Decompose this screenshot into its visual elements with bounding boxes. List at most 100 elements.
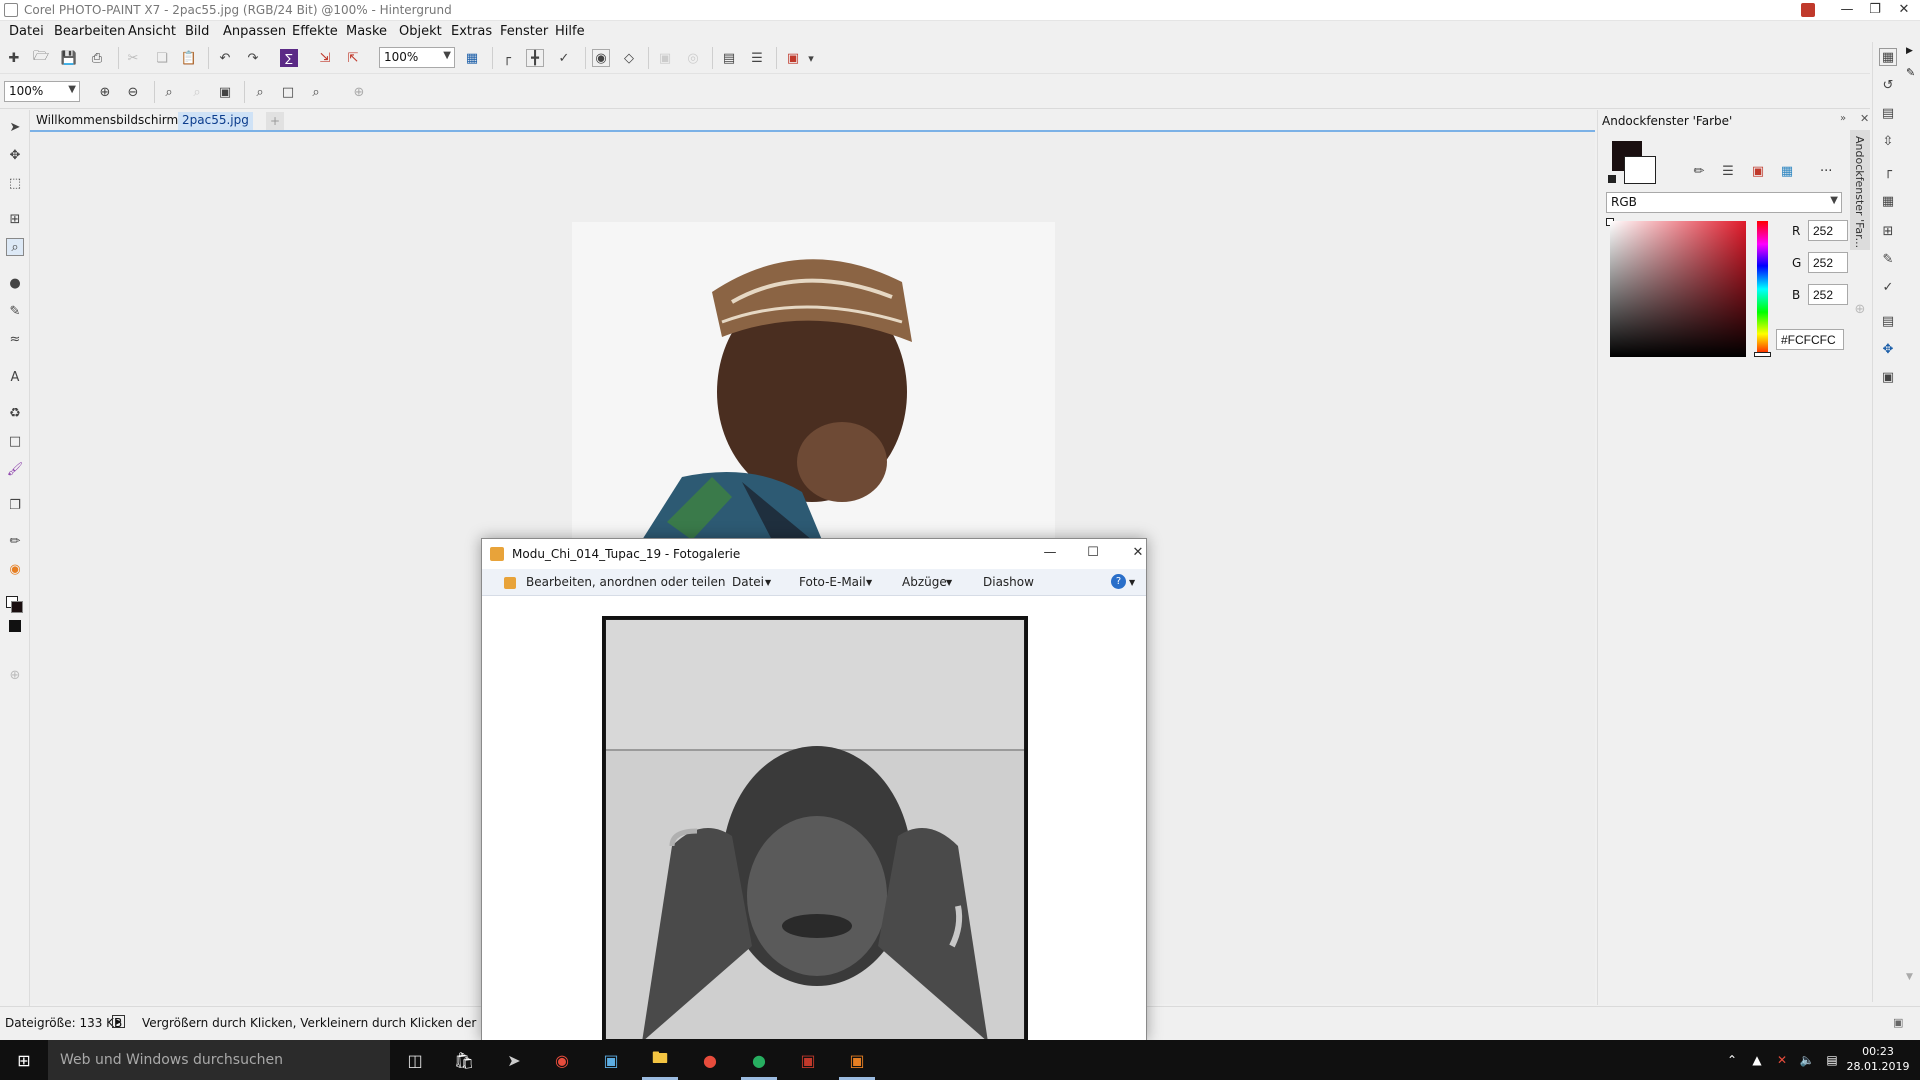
- line-docker-icon[interactable]: ✓: [1879, 278, 1897, 296]
- zoom-all-objects-icon[interactable]: ⌕: [188, 83, 206, 101]
- gallery-menu-slideshow[interactable]: Diashow: [983, 575, 1034, 589]
- properties-icon[interactable]: ▤: [1879, 104, 1897, 122]
- r-value-input[interactable]: [1808, 220, 1848, 241]
- color-viewer-icon[interactable]: ▣: [1749, 162, 1767, 180]
- b-value-input[interactable]: [1808, 284, 1848, 305]
- gallery-menu-file[interactable]: Datei: [732, 575, 764, 589]
- object-manager-icon[interactable]: ▦: [1879, 48, 1897, 66]
- color-field[interactable]: [1610, 221, 1746, 357]
- swap-colors-icon[interactable]: [1608, 175, 1616, 183]
- show-hidden-icons-icon[interactable]: ⌃: [1720, 1048, 1744, 1072]
- minimize-icon[interactable]: —: [1832, 0, 1862, 21]
- gallery-menu-email[interactable]: Foto-E-Mail: [799, 575, 866, 589]
- photo-app-icon[interactable]: ◉: [550, 1048, 574, 1072]
- color-sliders-icon[interactable]: ☰: [1719, 162, 1737, 180]
- corel-connect-icon[interactable]: ∑: [280, 49, 298, 67]
- add-tool-icon[interactable]: ⊕: [6, 666, 24, 684]
- rulers-icon[interactable]: ┌: [498, 49, 516, 67]
- menu-objekt[interactable]: Objekt: [399, 24, 442, 39]
- export-icon[interactable]: ⇱: [344, 49, 362, 67]
- guidelines-docker-icon[interactable]: ┌: [1879, 162, 1897, 180]
- guidelines-icon[interactable]: ✓: [555, 49, 573, 67]
- image-docker-icon[interactable]: ▣: [1879, 368, 1897, 386]
- scroll-down-icon[interactable]: ▼: [1906, 972, 1913, 982]
- open-folder-icon[interactable]: 🗁: [32, 49, 50, 67]
- security-icon[interactable]: ✕: [1770, 1048, 1794, 1072]
- store-icon[interactable]: 🛍: [452, 1048, 476, 1072]
- grid-icon[interactable]: ╋: [526, 49, 544, 67]
- history-icon[interactable]: ↺: [1879, 76, 1897, 94]
- navigator-icon[interactable]: ✥: [1879, 340, 1897, 358]
- windows-start-icon[interactable]: ⊞: [12, 1048, 36, 1072]
- zoom-in-icon[interactable]: ⊕: [96, 83, 114, 101]
- gallery-menu-edit[interactable]: Bearbeiten, anordnen oder teilen: [526, 575, 725, 589]
- print-icon[interactable]: ⎙: [88, 49, 106, 67]
- task-view-icon[interactable]: ◫: [403, 1048, 427, 1072]
- combine-objects-icon[interactable]: ◎: [684, 49, 702, 67]
- hue-slider[interactable]: [1757, 221, 1768, 357]
- menu-effekte[interactable]: Effekte: [292, 24, 338, 39]
- full-screen-icon[interactable]: ▦: [463, 49, 481, 67]
- application-launcher-icon[interactable]: ▣: [784, 49, 802, 67]
- gallery-title-bar[interactable]: Modu_Chi_014_Tupac_19 - Fotogalerie — ☐ …: [482, 539, 1146, 569]
- user-icon[interactable]: [1801, 3, 1815, 17]
- help-icon[interactable]: ?: [1111, 574, 1126, 589]
- chrome-profile-icon[interactable]: ●: [747, 1048, 771, 1072]
- add-icon[interactable]: ⊕: [350, 83, 368, 101]
- document-image[interactable]: [572, 222, 1055, 540]
- volume-icon[interactable]: 🔈: [1795, 1048, 1819, 1072]
- zoom-out-icon[interactable]: ⊖: [124, 83, 142, 101]
- transform-docker-icon[interactable]: ⊞: [1879, 222, 1897, 240]
- eyedropper-tool-icon[interactable]: ✏: [6, 532, 24, 550]
- zoom-level-combo[interactable]: 100% ▼: [379, 47, 455, 68]
- more-options[interactable]: ...: [1820, 160, 1832, 175]
- launcher-dropdown-icon[interactable]: ▾: [802, 49, 820, 67]
- file-explorer-icon[interactable]: 🖿: [648, 1048, 672, 1072]
- zoom-property-combo[interactable]: 100% ▼: [4, 81, 80, 102]
- g-value-input[interactable]: [1808, 252, 1848, 273]
- transform-tool-icon[interactable]: ✥: [6, 146, 24, 164]
- docker-close-icon[interactable]: ✕: [1860, 112, 1869, 125]
- photos-icon[interactable]: ▣: [599, 1048, 623, 1072]
- hex-value-input[interactable]: [1776, 329, 1844, 350]
- hue-slider-handle[interactable]: [1754, 352, 1771, 357]
- color-palette-icon[interactable]: ▦: [1778, 162, 1796, 180]
- menu-anpassen[interactable]: Anpassen: [223, 24, 286, 39]
- photo-gallery-window[interactable]: Modu_Chi_014_Tupac_19 - Fotogalerie — ☐ …: [481, 538, 1147, 1042]
- tab-welcome[interactable]: Willkommensbildschirm: [32, 112, 182, 130]
- menu-bild[interactable]: Bild: [185, 24, 209, 39]
- rectangle-mask-tool-icon[interactable]: ⬚: [6, 174, 24, 192]
- undo-icon[interactable]: ↶: [216, 49, 234, 67]
- drop-shadow-tool-icon[interactable]: ❐: [6, 496, 24, 514]
- save-icon[interactable]: 💾: [60, 49, 78, 67]
- restore-icon[interactable]: ❐: [1860, 0, 1890, 21]
- gallery-menu-prints[interactable]: Abzüge: [902, 575, 947, 589]
- menu-bearbeiten[interactable]: Bearbeiten: [54, 24, 125, 39]
- object-marquee-icon[interactable]: ◇: [620, 49, 638, 67]
- merge-objects-icon[interactable]: ▣: [656, 49, 674, 67]
- film-icon[interactable]: ▤: [1879, 312, 1897, 330]
- chrome-icon[interactable]: ●: [698, 1048, 722, 1072]
- text-tool-icon[interactable]: A: [6, 368, 24, 386]
- channels-icon[interactable]: ⇳: [1879, 132, 1897, 150]
- zoom-one-to-one-icon[interactable]: ▣: [216, 83, 234, 101]
- cut-icon[interactable]: ✂: [124, 49, 142, 67]
- mask-overlay-icon[interactable]: ◉: [592, 49, 610, 67]
- shape-tool-icon[interactable]: □: [6, 432, 24, 450]
- paste-icon[interactable]: 📋: [180, 49, 198, 67]
- zoom-selected-icon[interactable]: ⌕: [160, 83, 178, 101]
- new-tab-icon[interactable]: +: [266, 112, 284, 130]
- brush-settings-icon[interactable]: ✎: [1879, 250, 1897, 268]
- red-eye-tool-icon[interactable]: ●: [6, 274, 24, 292]
- corel-app-icon[interactable]: ▣: [796, 1048, 820, 1072]
- gallery-minimize-icon[interactable]: —: [1035, 543, 1065, 564]
- zoom-to-fit-icon[interactable]: ⌕: [251, 83, 269, 101]
- paint-tool-icon[interactable]: 🖌: [6, 460, 24, 478]
- scroll-up-icon[interactable]: ▶: [1906, 46, 1913, 56]
- status-settings-icon[interactable]: ▣: [1893, 1016, 1903, 1029]
- gallery-close-icon[interactable]: ✕: [1123, 543, 1153, 564]
- copy-icon[interactable]: ❏: [153, 49, 171, 67]
- tab-document[interactable]: 2pac55.jpg: [178, 112, 253, 130]
- zoom-height-icon[interactable]: ⌕: [307, 83, 325, 101]
- gallery-maximize-icon[interactable]: ☐: [1078, 543, 1108, 564]
